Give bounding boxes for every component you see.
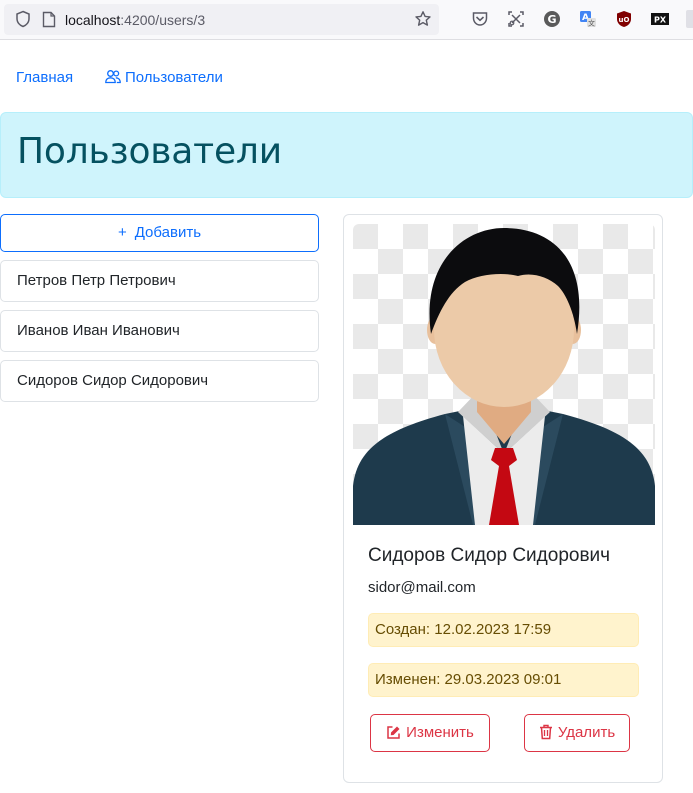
url-host: localhost — [65, 12, 121, 28]
created-date-alert: Создан: 12.02.2023 17:59 — [368, 613, 639, 647]
users-icon — [105, 70, 121, 84]
card-user-email: sidor@mail.com — [368, 579, 476, 596]
add-user-label: Добавить — [134, 224, 202, 241]
edit-button-label: Изменить — [406, 724, 474, 741]
delete-button[interactable]: Удалить — [524, 714, 630, 752]
plus-icon: + — [117, 224, 127, 241]
px-icon[interactable]: PX — [651, 10, 669, 28]
edit-button[interactable]: Изменить — [370, 714, 490, 752]
translate-icon[interactable]: A 文 — [579, 10, 597, 28]
nav-users-link[interactable]: Пользователи — [105, 69, 223, 86]
toolbar-overflow[interactable] — [686, 10, 693, 28]
page-title: Пользователи — [17, 131, 282, 172]
card-user-name: Сидоров Сидор Сидорович — [368, 545, 611, 566]
nav-home-link[interactable]: Главная — [16, 69, 73, 86]
app-navbar: Главная Пользователи — [0, 40, 693, 112]
list-item-user-1[interactable]: Петров Петр Петрович — [0, 260, 319, 302]
grammarly-icon[interactable]: G — [543, 10, 561, 28]
pocket-icon[interactable] — [471, 10, 489, 28]
add-user-button[interactable]: + Добавить — [0, 214, 319, 252]
svg-text:文: 文 — [588, 19, 595, 28]
avatar-image — [353, 224, 655, 525]
list-item-user-2[interactable]: Иванов Иван Иванович — [0, 310, 319, 352]
url-path: :4200/users/3 — [120, 12, 206, 28]
edit-icon — [387, 726, 400, 739]
user-card: Сидоров Сидор Сидорович sidor@mail.com С… — [343, 214, 663, 783]
star-icon[interactable] — [414, 10, 432, 28]
updated-date-alert: Изменен: 29.03.2023 09:01 — [368, 663, 639, 697]
address-bar[interactable]: localhost:4200/users/3 — [4, 4, 439, 35]
svg-text:uO: uO — [619, 16, 630, 24]
ublock-icon[interactable]: uO — [615, 10, 633, 28]
list-item-user-3[interactable]: Сидоров Сидор Сидорович — [0, 360, 319, 402]
svg-text:G: G — [547, 13, 556, 26]
page-icon — [42, 11, 56, 28]
delete-button-label: Удалить — [557, 724, 616, 741]
url-text[interactable]: localhost:4200/users/3 — [65, 12, 205, 28]
browser-toolbar: localhost:4200/users/3 G A 文 uO PX — [0, 0, 693, 40]
nav-users-label: Пользователи — [125, 69, 223, 86]
screenshot-icon[interactable] — [507, 10, 525, 28]
trash-icon — [539, 724, 552, 740]
shield-icon[interactable] — [14, 10, 32, 28]
svg-text:PX: PX — [654, 16, 667, 25]
page-header-banner: Пользователи — [0, 112, 693, 198]
